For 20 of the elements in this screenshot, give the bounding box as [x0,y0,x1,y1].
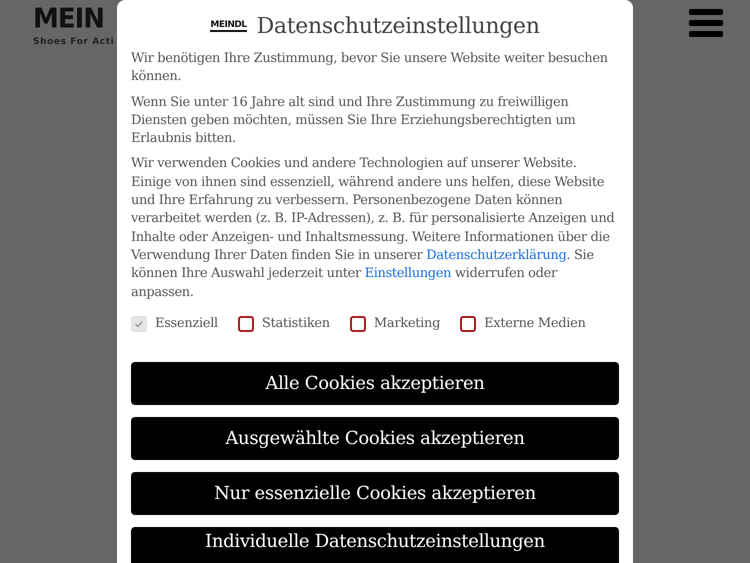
policy-link[interactable]: Datenschutzerklärung [426,248,566,263]
consent-text: Wenn Sie unter 16 Jahre alt sind und Ihre Zustimmung zu freiwilligen Diensten geben möchten, müssen Sie Ihre Erziehungsberechtigten um Erlaubnis bitten. [131,94,576,148]
checkbox-label[interactable]: Marketing [374,316,440,332]
consent-button[interactable]: Ausgewählte Cookies akzeptieren [131,416,619,460]
dialog-title: Datenschutzeinstellungen [256,14,540,38]
checkbox-label[interactable]: Externe Medien [484,316,586,332]
consent-button[interactable]: Alle Cookies akzeptieren [131,362,619,405]
consent-button[interactable]: Nur essenzielle Cookies akzeptieren [131,472,619,515]
menu-icon[interactable] [689,9,723,37]
checkbox-label[interactable]: Statistiken [262,316,330,332]
consent-text: Wir benötigen Ihre Zustimmung, bevor Sie unsere Website weiter besuchen können. [131,50,609,86]
policy-link[interactable]: Einstellungen [364,266,452,282]
checkbox[interactable] [460,316,476,332]
consent-button[interactable]: Individuelle Datenschutzeinstellungen [131,526,619,563]
consent-text: Wir verwenden Cookies und andere Technologien auf unserer Website. Einige von ihnen sind essenziell, während andere uns helfen, diese Website und Ihre Erfahrung zu verbessern. Personenbezogene Daten können verarbeitet werden (z. B. IP-Adressen), z. B. für personalisierte Anzeigen und Inhalte oder Anzeigen- und Inhaltsmessung. Weitere Informationen über die Verwendung Ihrer Daten finden Sie in unserer Datenschutzerklärung. Sie können Ihre Auswahl jederzeit unter Einstellungen widerrufen oder anpassen. [131,155,616,302]
checkbox[interactable] [238,316,254,332]
check-icon [134,318,144,329]
brand-tagline: Shoes For Acti [33,37,114,47]
checkbox[interactable] [350,316,366,332]
brand-logo: MEINDL [210,20,247,32]
